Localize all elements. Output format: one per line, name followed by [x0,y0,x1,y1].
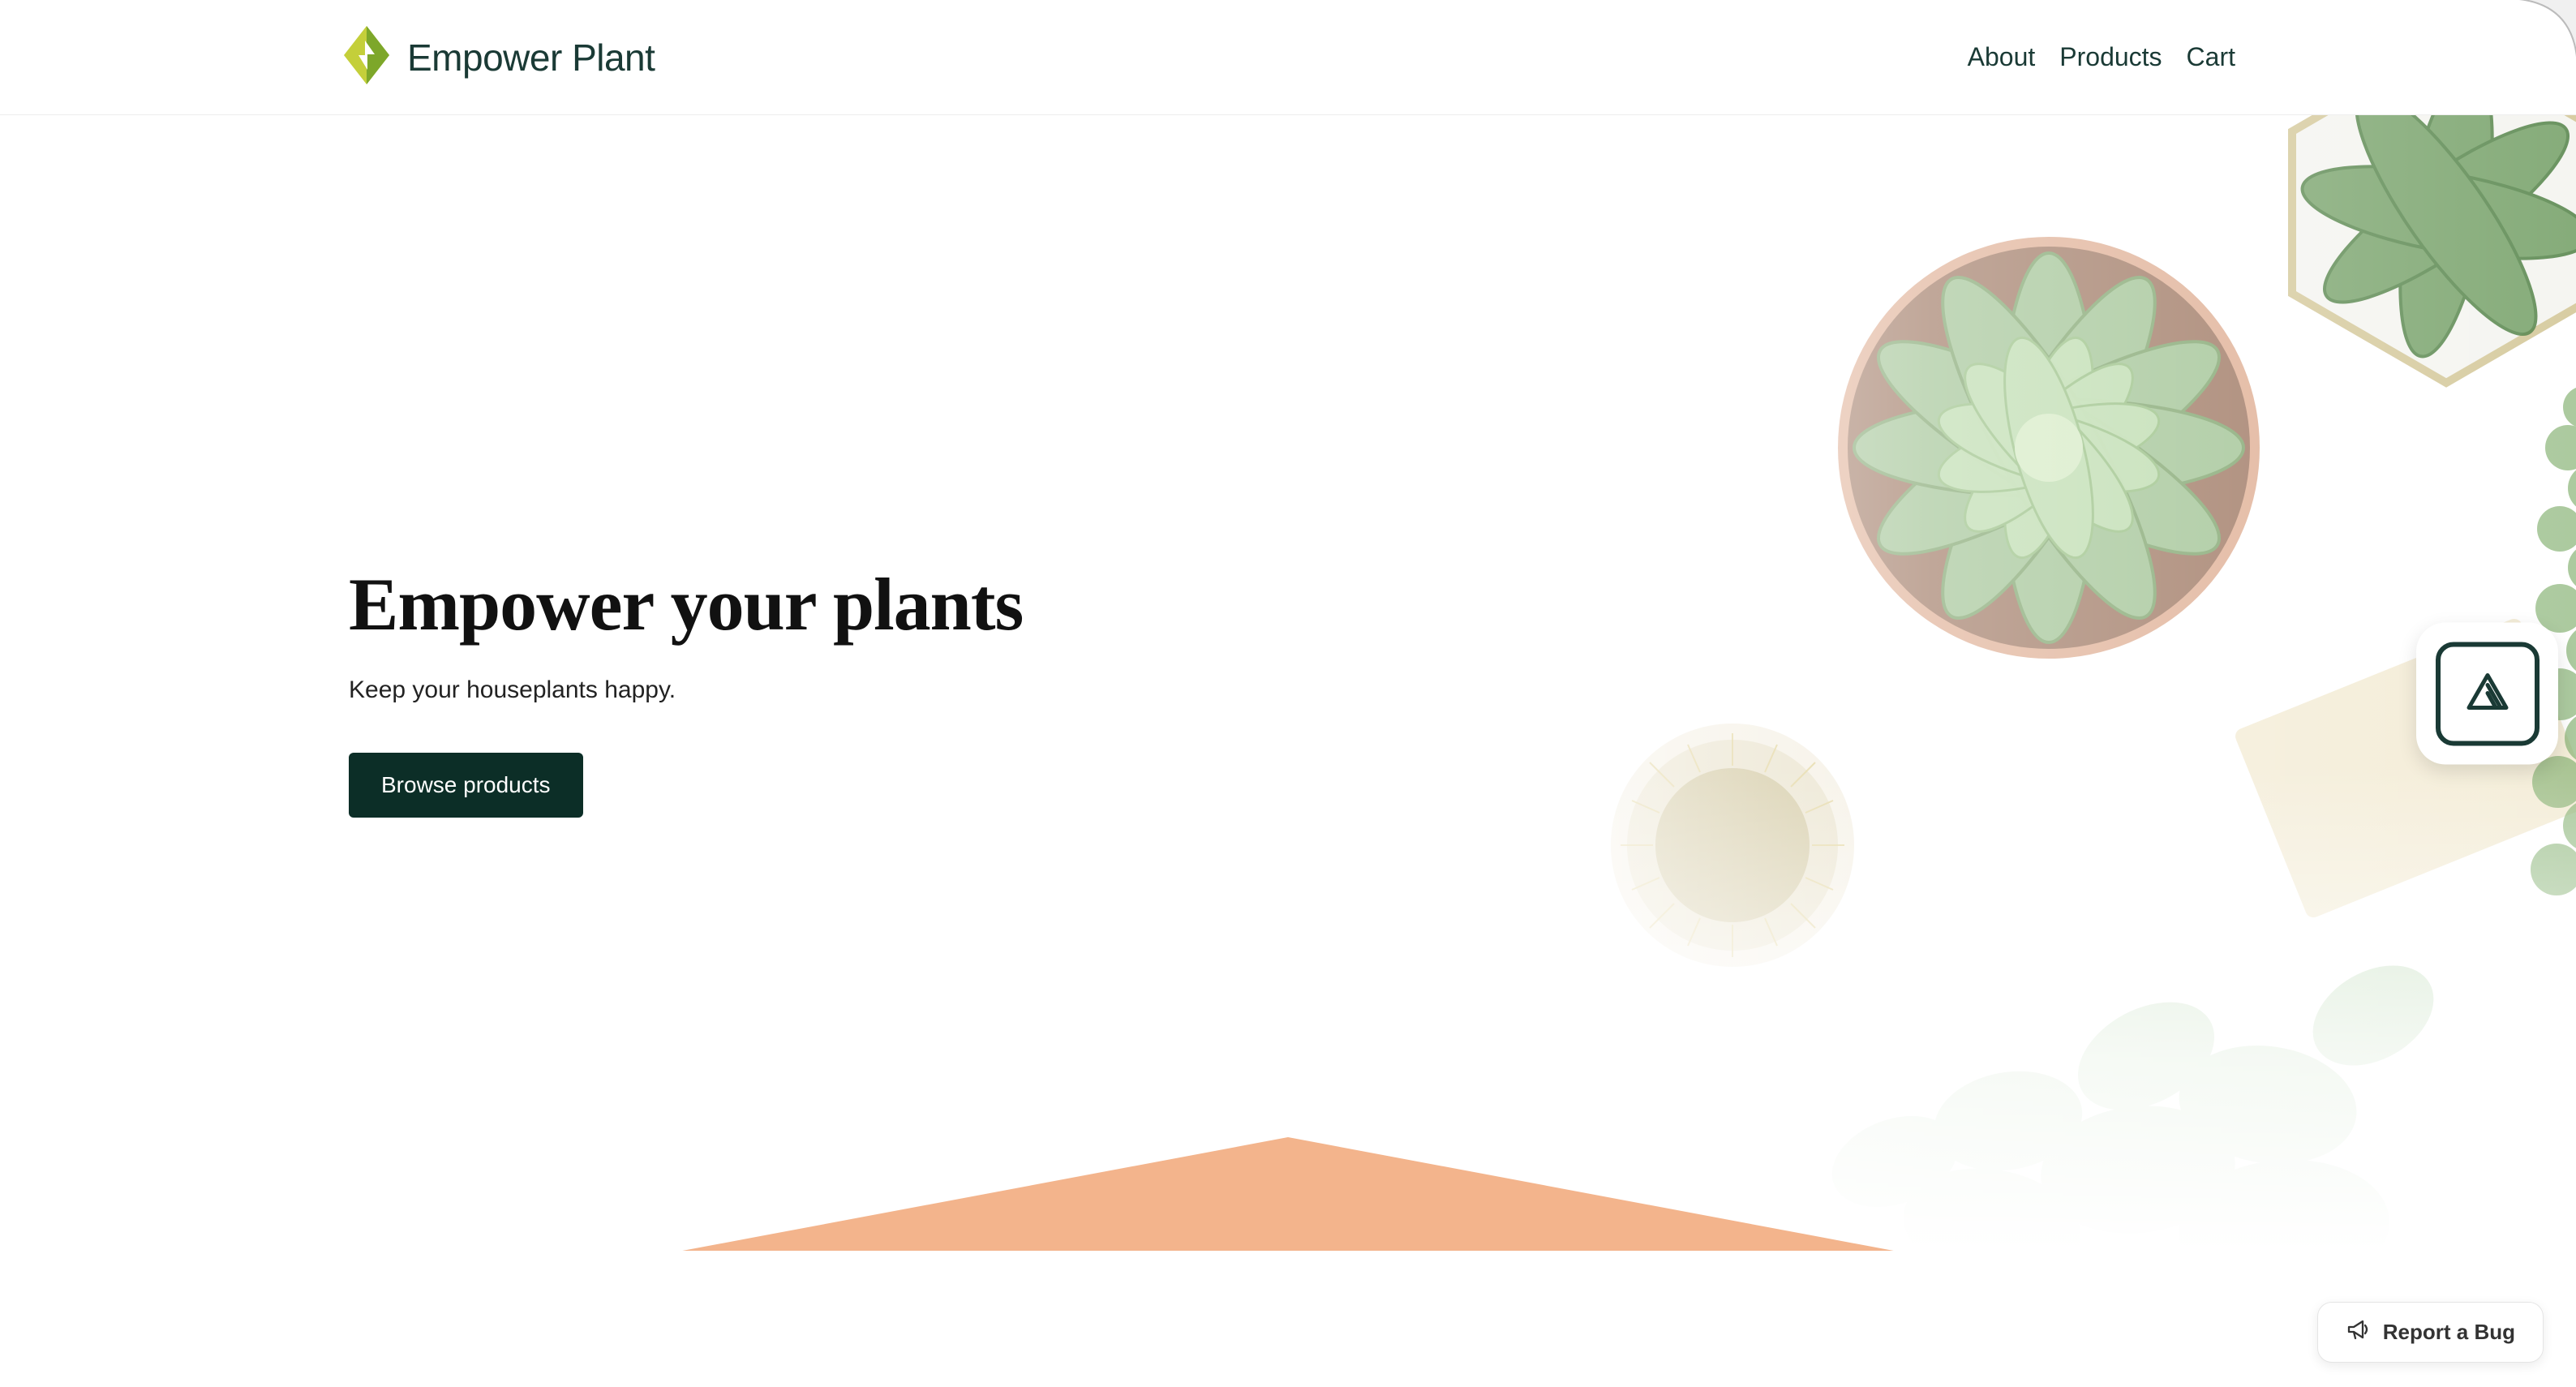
triangle-divider-decoration [639,1137,1937,1251]
hero-subtitle: Keep your houseplants happy. [349,676,1023,704]
nav-link-products[interactable]: Products [2059,42,2162,72]
report-bug-label: Report a Bug [2383,1320,2515,1345]
brand-name: Empower Plant [407,36,655,79]
sentry-widget-button[interactable] [2416,623,2558,765]
succulent-corner-icon [2252,115,2576,407]
nav-link-cart[interactable]: Cart [2187,42,2235,72]
megaphone-icon [2346,1317,2370,1347]
brand-logo-icon [341,24,393,90]
browse-products-button[interactable]: Browse products [349,753,583,818]
site-header: Empower Plant About Products Cart [0,0,2576,115]
hero-plants-decoration [1440,115,2576,1251]
hero-title: Empower your plants [349,561,1023,647]
report-bug-button[interactable]: Report a Bug [2317,1302,2544,1363]
sentry-widget-inner [2436,642,2540,745]
cactus-icon [1603,715,1862,975]
succulent-large-icon [1797,196,2300,699]
hero-content: Empower your plants Keep your houseplant… [349,561,1023,818]
hero-section: Empower your plants Keep your houseplant… [0,115,2576,1251]
primary-nav: About Products Cart [1968,42,2235,72]
brand[interactable]: Empower Plant [341,24,655,90]
nav-link-about[interactable]: About [1968,42,2036,72]
sentry-icon [2464,671,2511,717]
